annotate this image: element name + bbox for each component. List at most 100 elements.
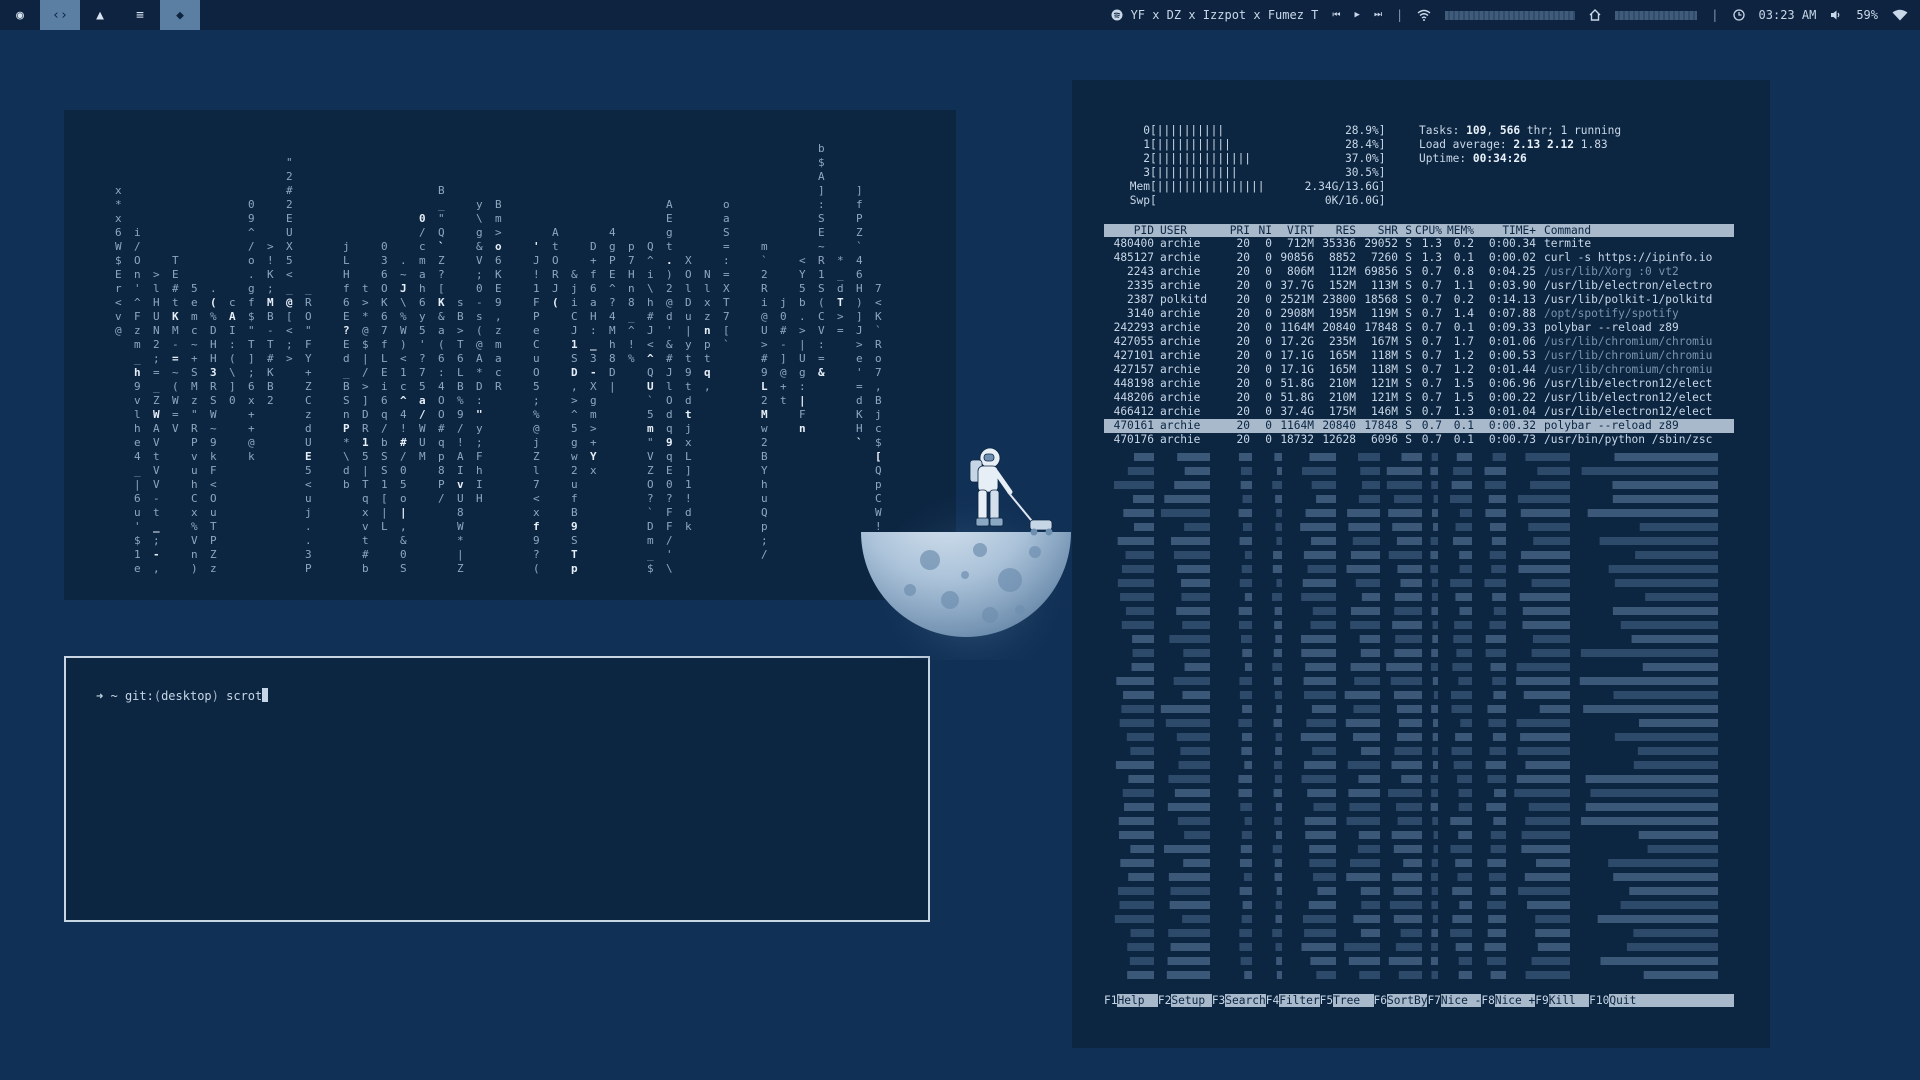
fkey-f10[interactable]: F10: [1589, 994, 1609, 1007]
obscured-cell: [1307, 565, 1336, 573]
chrome-icon: ◉: [16, 7, 24, 23]
cell-time: 0:01.44: [1488, 363, 1536, 376]
obscured-cell: [1458, 957, 1472, 965]
matrix-glyph: p: [761, 520, 768, 533]
obscured-cell: [1614, 579, 1718, 587]
matrix-glyph: h: [476, 464, 483, 477]
table-row[interactable]: 448198 archie 20 0 51.8G 210M 121M S 0.7 1.5 0:06.…: [1104, 377, 1734, 391]
table-row[interactable]: 480400 archie 20 0 712M 35336 29052 S 1.3 0.2 0:00…: [1104, 237, 1734, 251]
cell-virt: 712M: [1287, 237, 1314, 250]
matrix-glyph: 6: [590, 282, 597, 295]
command-input[interactable]: scrot: [226, 689, 262, 703]
matrix-glyph: t: [685, 408, 692, 421]
matrix-glyph: F: [799, 408, 806, 421]
workspace-4[interactable]: ≡: [120, 0, 160, 30]
table-row[interactable]: 427055 archie 20 0 17.2G 235M 167M S 0.7 1.7 0:01.…: [1104, 335, 1734, 349]
fkey-f4[interactable]: F4: [1266, 994, 1279, 1007]
table-row[interactable]: 470161 archie 20 0 1164M 20840 17848 S 0.7 0.1 0:0…: [1104, 419, 1734, 433]
htop-window[interactable]: 0[|||||||||| 28.9%] 1[||||||||||| 28.4%] 2…: [1072, 80, 1770, 1048]
column-user[interactable]: USER: [1154, 224, 1224, 237]
process-table-header[interactable]: PID USER PRI NI VIRT RES SHR S CPU% MEM%…: [1104, 224, 1734, 237]
obscured-cell: [1243, 873, 1252, 881]
matrix-glyph: m: [647, 422, 654, 435]
spotify-now-playing[interactable]: YF x DZ x Izzpot x Fumez T: [1111, 8, 1318, 22]
fkey-f9[interactable]: F9: [1535, 994, 1548, 1007]
fkey-label: Help: [1117, 994, 1158, 1007]
obscured-cell: [1514, 789, 1570, 797]
table-row[interactable]: 242293 archie 20 0 1164M 20840 17848 S 0.7 0.1 0:0…: [1104, 321, 1734, 335]
fkey-f3[interactable]: F3: [1212, 994, 1225, 1007]
cell-time: 0:00.34: [1488, 237, 1536, 250]
fkey-f7[interactable]: F7: [1427, 994, 1440, 1007]
column-virt[interactable]: VIRT: [1272, 224, 1314, 237]
table-row[interactable]: 485127 archie 20 0 90856 8852 7260 S 1.3 0.1 0:00.…: [1104, 251, 1734, 265]
matrix-glyph: 1: [818, 268, 825, 281]
matrix-glyph: ~: [818, 240, 825, 253]
obscured-cell: [1123, 691, 1154, 699]
matrix-glyph: d: [666, 408, 673, 421]
column-res[interactable]: RES: [1314, 224, 1356, 237]
fkey-f8[interactable]: F8: [1481, 994, 1494, 1007]
table-row[interactable]: 2243 archie 20 0 806M 112M 69856 S 0.7 0.8 0:04.25…: [1104, 265, 1734, 279]
matrix-glyph: #: [647, 310, 654, 323]
column-cpu[interactable]: CPU%: [1412, 224, 1442, 237]
obscured-cell: [1608, 565, 1718, 573]
fkey-f1[interactable]: F1: [1104, 994, 1117, 1007]
column-time[interactable]: TIME+: [1474, 224, 1536, 237]
matrix-glyph: 1: [400, 366, 407, 379]
column-shr[interactable]: SHR: [1356, 224, 1398, 237]
obscured-cell: [1454, 621, 1472, 629]
column-state[interactable]: S: [1398, 224, 1412, 237]
obscured-cell: [1127, 971, 1154, 979]
column-pid[interactable]: PID: [1104, 224, 1154, 237]
workspace-1[interactable]: ◉: [0, 0, 40, 30]
table-row[interactable]: 2387 polkitd 20 0 2521M 23800 18568 S 0.7 0.2 0:14…: [1104, 293, 1734, 307]
fkey-f5[interactable]: F5: [1320, 994, 1333, 1007]
table-row[interactable]: 427101 archie 20 0 17.1G 165M 118M S 0.7 1.2 0:00.…: [1104, 349, 1734, 363]
matrix-glyph: .: [666, 254, 673, 267]
table-row[interactable]: 427157 archie 20 0 17.1G 165M 118M S 0.7 1.2 0:01.…: [1104, 363, 1734, 377]
obscured-cell: [1300, 635, 1336, 643]
obscured-cell: [1629, 887, 1718, 895]
column-ni[interactable]: NI: [1250, 224, 1272, 237]
matrix-glyph: C: [533, 338, 540, 351]
obscured-cell: [1643, 971, 1718, 979]
obscured-cell: [1432, 621, 1438, 629]
table-row[interactable]: 448206 archie 20 0 51.8G 210M 121M S 0.7 1.5 0:00.…: [1104, 391, 1734, 405]
terminal-window[interactable]: ➜ ~ git:(desktop) scrot: [64, 656, 930, 922]
obscured-cell: [1306, 719, 1336, 727]
media-next-button[interactable]: ⏭: [1374, 10, 1382, 20]
table-row[interactable]: 2335 archie 20 0 37.7G 152M 113M S 0.7 1.1 0:03.90…: [1104, 279, 1734, 293]
column-mem[interactable]: MEM%: [1442, 224, 1474, 237]
workspace-5[interactable]: ◆: [160, 0, 200, 30]
obscured-cell: [1345, 719, 1380, 727]
obscured-cell: [1645, 593, 1718, 601]
obscured-cell: [1300, 733, 1336, 741]
obscured-cell: [1361, 747, 1380, 755]
wifi-signal-icon[interactable]: [1892, 9, 1908, 21]
matrix-glyph: Z: [457, 562, 464, 575]
table-row[interactable]: 466412 archie 20 0 37.4G 175M 146M S 0.7 1.3 0:01.…: [1104, 405, 1734, 419]
network-name-redacted: [1445, 10, 1576, 20]
workspace-3[interactable]: ▲: [80, 0, 120, 30]
matrix-glyph: _: [438, 198, 445, 211]
column-command[interactable]: Command: [1536, 224, 1734, 237]
obscured-cell: [1129, 957, 1154, 965]
matrix-glyph: n: [799, 422, 806, 435]
table-row[interactable]: 470176 archie 20 0 18732 12628 6096 S 0.7 0.1 0:00…: [1104, 433, 1734, 447]
media-play-button[interactable]: ▶: [1355, 10, 1360, 20]
cell-s: S: [1405, 279, 1412, 292]
obscured-cell: [1537, 467, 1570, 475]
matrix-glyph: W: [153, 408, 160, 421]
media-prev-button[interactable]: ⏮: [1332, 10, 1340, 20]
workspace-2[interactable]: ‹›: [40, 0, 80, 30]
obscured-cell: [1115, 761, 1154, 769]
volume-level[interactable]: 59%: [1856, 8, 1878, 22]
column-pri[interactable]: PRI: [1224, 224, 1250, 237]
table-row[interactable]: 3140 archie 20 0 2908M 195M 119M S 0.7 1.4 0:07.88…: [1104, 307, 1734, 321]
matrix-glyph: |: [362, 464, 369, 477]
matrix-glyph: K: [875, 310, 882, 323]
fkey-f6[interactable]: F6: [1374, 994, 1387, 1007]
obscured-cell: [1182, 621, 1210, 629]
fkey-f2[interactable]: F2: [1158, 994, 1171, 1007]
